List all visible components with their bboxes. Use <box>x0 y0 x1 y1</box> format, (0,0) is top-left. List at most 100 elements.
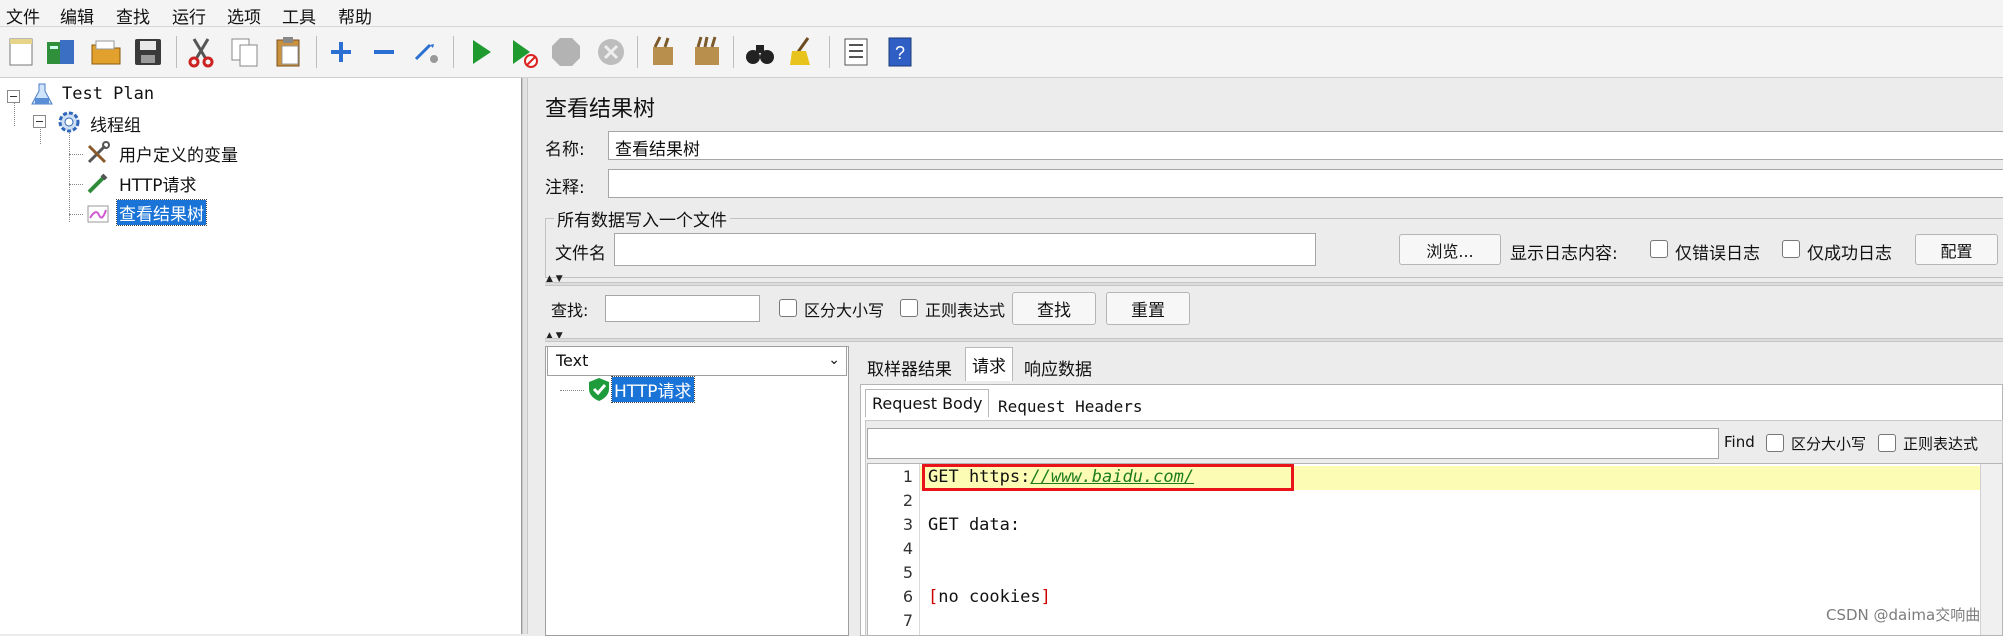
open-icon[interactable] <box>88 34 124 70</box>
filename-field[interactable] <box>614 233 1316 266</box>
menu-help[interactable]: 帮助 <box>338 3 372 28</box>
annotation-red-box <box>922 464 1294 491</box>
search-case-checkbox[interactable] <box>779 299 797 317</box>
body-find-case-label: 区分大小写 <box>1791 435 1867 453</box>
line-number: 5 <box>902 563 913 582</box>
search-regex-checkbox[interactable] <box>900 299 918 317</box>
help-icon[interactable]: ? <box>882 34 918 70</box>
name-label: 名称: <box>545 140 585 160</box>
templates-icon[interactable] <box>43 34 79 70</box>
menu-bar: 文件 编辑 查找 运行 选项 工具 帮助 <box>0 0 2003 28</box>
tree-item-http-request[interactable]: HTTP请求 <box>119 171 197 196</box>
search-label: 查找: <box>551 301 589 320</box>
collapse-icon[interactable] <box>366 34 402 70</box>
save-icon[interactable] <box>130 34 166 70</box>
code-line-6: [no cookies] <box>928 587 1051 607</box>
line-number: 6 <box>902 587 913 606</box>
start-icon[interactable] <box>463 34 499 70</box>
comment-label: 注释: <box>545 178 585 198</box>
renderer-value: Text <box>556 351 589 370</box>
body-find-regex-checkbox[interactable] <box>1878 434 1896 452</box>
search-regex-label: 正则表达式 <box>925 301 1006 320</box>
body-find-field[interactable] <box>867 428 1719 459</box>
sample-item-http-request[interactable]: HTTP请求 <box>611 376 695 403</box>
menu-options[interactable]: 选项 <box>227 3 261 28</box>
shutdown-icon[interactable] <box>593 34 629 70</box>
expand-icon[interactable] <box>323 34 359 70</box>
tree-item-test-plan[interactable]: Test Plan <box>62 84 154 104</box>
cut-icon[interactable] <box>183 34 219 70</box>
svg-text:?: ? <box>895 43 905 63</box>
configure-button[interactable]: 配置 <box>1915 234 1998 265</box>
watermark: CSDN @daima交响曲 <box>1826 606 1981 624</box>
subtab-request-body[interactable]: Request Body <box>865 389 990 417</box>
reset-button[interactable]: 重置 <box>1106 292 1190 325</box>
tree-item-user-defined-variables[interactable]: 用户定义的变量 <box>119 141 238 166</box>
page-title: 查看结果树 <box>545 97 656 122</box>
shield-check-icon <box>586 376 612 402</box>
open-bracket: [ <box>928 587 939 607</box>
tab-response-data[interactable]: 响应数据 <box>1018 351 1098 384</box>
collapse-thread-group-toggle[interactable] <box>33 115 46 128</box>
tree-item-view-results-tree[interactable]: 查看结果树 <box>116 199 207 226</box>
collapse-test-plan-toggle[interactable] <box>7 90 20 103</box>
renderer-select[interactable]: Text ⌄ <box>547 346 847 376</box>
find-button[interactable]: 查找 <box>1012 292 1096 325</box>
test-plan-tree: Test Plan 线程组 用户定义的变量 HTTP请求 查看结果树 <box>0 78 522 634</box>
file-write-group-legend: 所有数据写入一个文件 <box>554 206 730 231</box>
browse-button[interactable]: 浏览... <box>1399 234 1501 265</box>
line-number-gutter: 1 2 3 4 5 6 7 <box>868 464 920 635</box>
name-field[interactable]: 查看结果树 <box>608 131 2003 160</box>
tree-item-thread-group[interactable]: 线程组 <box>90 111 141 136</box>
subtab-request-headers[interactable]: Request Headers <box>992 393 1149 420</box>
menu-tools[interactable]: 工具 <box>282 3 316 28</box>
line-number: 4 <box>902 539 913 558</box>
log-content-label: 显示日志内容: <box>1510 244 1618 264</box>
success-only-checkbox[interactable] <box>1782 240 1800 258</box>
wrench-icon <box>85 140 111 166</box>
reset-search-icon[interactable] <box>785 34 821 70</box>
body-find-case-checkbox[interactable] <box>1766 434 1784 452</box>
test-plan-icon <box>29 82 55 108</box>
toggle-icon[interactable] <box>409 34 445 70</box>
line-number: 2 <box>902 491 913 510</box>
paste-icon[interactable] <box>271 34 307 70</box>
search-splitter[interactable] <box>545 282 2003 286</box>
errors-only-label: 仅错误日志 <box>1675 244 1760 264</box>
editor-scrollbar[interactable] <box>1980 464 2002 635</box>
menu-search[interactable]: 查找 <box>116 3 150 28</box>
no-cookies-text: no cookies <box>938 587 1041 607</box>
view-results-tree-panel: 查看结果树 名称: 查看结果树 注释: 所有数据写入一个文件 文件名 浏览...… <box>528 78 2003 636</box>
comment-field[interactable] <box>608 169 2003 198</box>
pipette-icon <box>85 170 111 196</box>
gear-icon <box>56 109 82 135</box>
tab-sampler-result[interactable]: 取样器结果 <box>861 351 958 384</box>
menu-edit[interactable]: 编辑 <box>60 3 94 28</box>
search-field[interactable] <box>605 295 760 322</box>
line-number: 1 <box>902 467 913 486</box>
line-number: 7 <box>902 611 913 630</box>
results-splitter[interactable] <box>545 338 2003 342</box>
stop-icon[interactable] <box>548 34 584 70</box>
chevron-down-icon: ⌄ <box>828 352 840 368</box>
success-only-label: 仅成功日志 <box>1807 244 1892 264</box>
code-line-3: GET data: <box>928 515 1021 535</box>
errors-only-checkbox[interactable] <box>1650 240 1668 258</box>
search-case-label: 区分大小写 <box>804 301 885 320</box>
function-helper-icon[interactable] <box>838 34 874 70</box>
new-icon[interactable] <box>3 34 39 70</box>
toolbar: ? <box>0 27 2003 78</box>
copy-icon[interactable] <box>227 34 263 70</box>
start-no-pause-icon[interactable] <box>505 34 541 70</box>
body-find-regex-label: 正则表达式 <box>1903 435 1979 453</box>
tab-request[interactable]: 请求 <box>965 347 1013 381</box>
body-find-label: Find <box>1724 433 1755 451</box>
line-number: 3 <box>902 515 913 534</box>
clear-icon[interactable] <box>645 34 681 70</box>
menu-file[interactable]: 文件 <box>6 3 40 28</box>
filename-label: 文件名 <box>555 244 606 264</box>
chart-icon <box>85 200 111 226</box>
clear-all-icon[interactable] <box>689 34 725 70</box>
search-icon[interactable] <box>742 34 778 70</box>
menu-run[interactable]: 运行 <box>172 3 206 28</box>
